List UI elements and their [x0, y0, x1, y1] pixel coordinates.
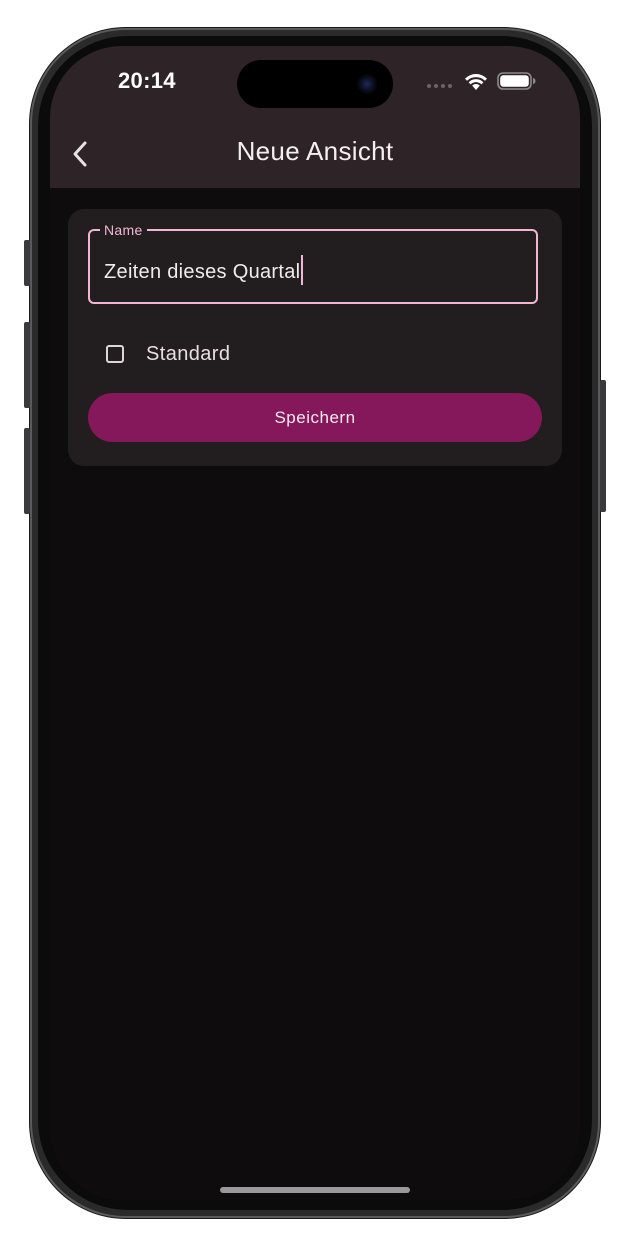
dynamic-island [237, 60, 393, 108]
app-bar: 20:14 Neue Ansicht [50, 46, 580, 188]
action-button [24, 240, 30, 286]
save-button[interactable]: Speichern [88, 393, 542, 442]
home-indicator[interactable] [220, 1187, 410, 1193]
standard-checkbox-label: Standard [146, 342, 231, 365]
form-card: Name Zeiten dieses Quartal Standard Spei… [68, 209, 562, 466]
volume-up-button [24, 322, 30, 408]
text-cursor [301, 255, 304, 285]
standard-checkbox-row[interactable]: Standard [106, 342, 230, 366]
name-field-label: Name [100, 220, 147, 240]
camera-icon [357, 74, 377, 94]
battery-icon [497, 72, 536, 90]
power-button [600, 380, 606, 512]
page-title: Neue Ansicht [236, 136, 394, 166]
app-screen: 20:14 Neue Ansicht Name Zeiten dieses Qu… [50, 46, 580, 1200]
status-time: 20:14 [118, 68, 176, 93]
name-input-value: Zeiten dieses Quartal [104, 261, 301, 283]
cellular-signal-icon [427, 84, 452, 88]
name-input[interactable]: Zeiten dieses Quartal [104, 255, 304, 285]
standard-checkbox[interactable] [106, 345, 124, 363]
chevron-left-icon [73, 141, 87, 167]
back-button[interactable] [60, 134, 100, 174]
name-field[interactable]: Name Zeiten dieses Quartal [88, 220, 538, 304]
volume-down-button [24, 428, 30, 514]
wifi-icon [465, 74, 487, 90]
